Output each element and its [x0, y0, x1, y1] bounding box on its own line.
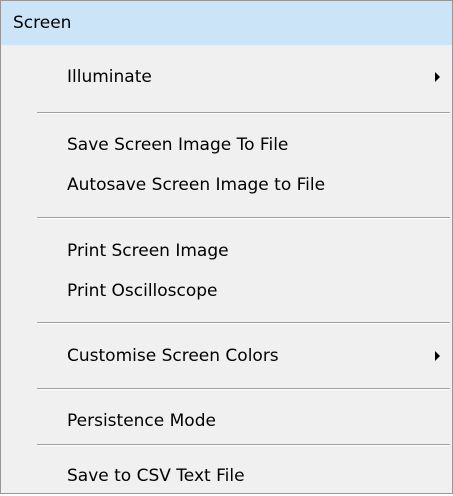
menu-item-persistence-mode[interactable]: Persistence Mode: [1, 401, 452, 441]
menu-item-label: Illuminate: [67, 67, 152, 87]
menu-item-autosave-screen-image[interactable]: Autosave Screen Image to File: [1, 165, 452, 205]
menu-item-label: Print Screen Image: [67, 241, 229, 261]
menu-separator: [37, 217, 450, 219]
caret-right-icon: [435, 351, 440, 361]
menu-separator: [37, 322, 450, 324]
menu-item-label: Autosave Screen Image to File: [67, 175, 326, 195]
menu-separator: [37, 444, 450, 446]
menu-item-save-screen-image[interactable]: Save Screen Image To File: [1, 125, 452, 165]
screen-context-menu: Screen Illuminate Save Screen Image To F…: [0, 0, 453, 494]
menu-separator: [37, 112, 450, 114]
menu-item-label: Save Screen Image To File: [67, 135, 289, 155]
menu-header-screen[interactable]: Screen: [1, 1, 452, 45]
menu-item-customise-screen-colors[interactable]: Customise Screen Colors: [1, 336, 452, 376]
menu-item-label: Print Oscilloscope: [67, 281, 218, 301]
menu-item-print-oscilloscope[interactable]: Print Oscilloscope: [1, 271, 452, 311]
menu-item-label: Persistence Mode: [67, 411, 216, 431]
menu-item-illuminate[interactable]: Illuminate: [1, 57, 452, 97]
menu-item-label: Save to CSV Text File: [67, 466, 245, 486]
menu-separator: [37, 388, 450, 390]
menu-item-print-screen-image[interactable]: Print Screen Image: [1, 231, 452, 271]
menu-item-save-to-csv[interactable]: Save to CSV Text File: [1, 456, 452, 496]
caret-right-icon: [435, 72, 440, 82]
menu-item-label: Customise Screen Colors: [67, 346, 279, 366]
